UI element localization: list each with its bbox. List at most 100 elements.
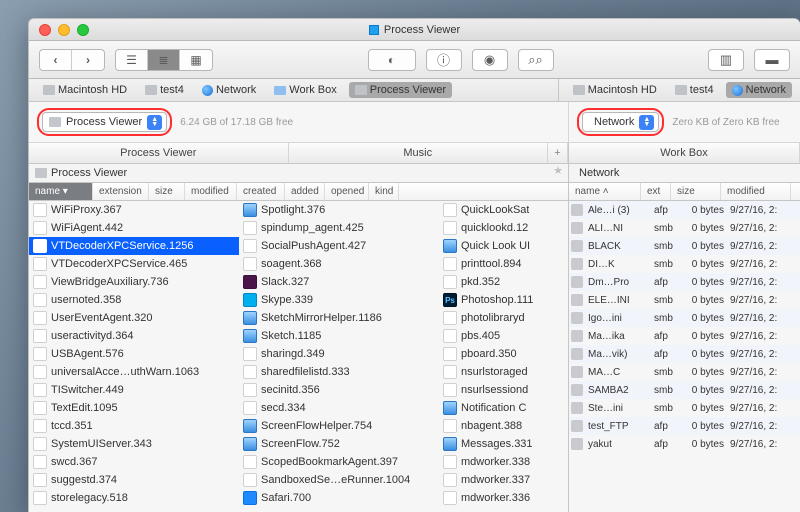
file-row[interactable]: universalAcce…uthWarn.1063 [29,363,239,381]
file-row[interactable]: Safari.700 [239,489,439,507]
info-button[interactable]: ⓘ [426,49,462,71]
file-row[interactable]: SketchMirrorHelper.1186 [239,309,439,327]
file-row[interactable]: usernoted.358 [29,291,239,309]
network-row[interactable]: test_FTPafp0 bytes9/27/16, 2: [569,417,800,435]
file-row[interactable]: mdworker.338 [439,453,568,471]
zoom-button[interactable] [77,24,89,36]
location-popup-left[interactable]: Process Viewer ▲▼ [42,112,167,132]
network-row[interactable]: ELE…INIsmb0 bytes9/27/16, 2: [569,291,800,309]
network-row[interactable]: Igo…inismb0 bytes9/27/16, 2: [569,309,800,327]
column-header[interactable]: ext [641,183,671,200]
location-popup-right[interactable]: Network ▲▼ [582,112,659,132]
file-row[interactable]: ScreenFlow.752 [239,435,439,453]
file-row[interactable]: sharingd.349 [239,345,439,363]
view-mode-segment[interactable]: ☰ ≣ ▦ [115,49,213,71]
minimize-button[interactable] [58,24,70,36]
file-row[interactable]: spindump_agent.425 [239,219,439,237]
column-header[interactable]: extension [93,183,149,200]
file-row[interactable]: SystemUIServer.343 [29,435,239,453]
network-row[interactable]: Ste…inismb0 bytes9/27/16, 2: [569,399,800,417]
network-row[interactable]: MA…Csmb0 bytes9/27/16, 2: [569,363,800,381]
file-row[interactable]: QuickLookSat [439,201,568,219]
file-row[interactable]: soagent.368 [239,255,439,273]
column-header[interactable]: added [285,183,325,200]
path-crumb[interactable]: Macintosh HD [37,82,133,98]
tab-work-box[interactable]: Work Box [568,143,800,164]
network-row[interactable]: Ma…ikaafp0 bytes9/27/16, 2: [569,327,800,345]
tab-music[interactable]: Music [289,143,549,164]
file-row[interactable]: TextEdit.1095 [29,399,239,417]
file-row[interactable]: printtool.894 [439,255,568,273]
file-row[interactable]: quicklookd.12 [439,219,568,237]
file-row[interactable]: Slack.327 [239,273,439,291]
column-header[interactable]: size [149,183,185,200]
path-crumb[interactable]: Network [196,82,262,98]
column-header[interactable]: size [671,183,721,200]
file-row[interactable]: mdworker.337 [439,471,568,489]
file-list-left[interactable]: WiFiProxy.367WiFiAgent.442VTDecoderXPCSe… [29,201,568,512]
favorite-star[interactable]: ★ [548,164,568,182]
file-row[interactable]: VTDecoderXPCService.465 [29,255,239,273]
network-row[interactable]: BLACKsmb0 bytes9/27/16, 2: [569,237,800,255]
file-row[interactable]: UserEventAgent.320 [29,309,239,327]
file-row[interactable]: secinitd.356 [239,381,439,399]
tab-process-viewer[interactable]: Process Viewer [29,143,289,164]
view-icon-mode[interactable]: ☰ [116,50,148,70]
file-row[interactable]: useractivityd.364 [29,327,239,345]
path-crumb[interactable]: Macintosh HD [567,82,663,98]
binoculars-button[interactable]: ⌕⌕ [518,49,554,71]
path-crumb[interactable]: test4 [669,82,720,98]
file-row[interactable]: secd.334 [239,399,439,417]
file-row[interactable]: mdworker.336 [439,489,568,507]
add-tab-button[interactable]: + [548,143,568,164]
file-row[interactable]: storelegacy.518 [29,489,239,507]
path-crumb[interactable]: Work Box [268,82,342,98]
network-row[interactable]: Dm…Proafp0 bytes9/27/16, 2: [569,273,800,291]
column-header[interactable]: opened [325,183,369,200]
toggle-hidden[interactable]: ◐ [368,49,416,71]
file-row[interactable]: VTDecoderXPCService.1256 [29,237,239,255]
network-row[interactable]: Ma…vik)afp0 bytes9/27/16, 2: [569,345,800,363]
file-row[interactable]: nsurlsessiond [439,381,568,399]
file-row[interactable]: Messages.331 [439,435,568,453]
path-crumb[interactable]: Network [726,82,792,98]
file-row[interactable]: pkd.352 [439,273,568,291]
column-header[interactable]: kind [369,183,399,200]
path-crumb[interactable]: Process Viewer [349,82,452,98]
network-row[interactable]: Ale…i (3)afp0 bytes9/27/16, 2: [569,201,800,219]
file-row[interactable]: TISwitcher.449 [29,381,239,399]
column-header[interactable]: modified [185,183,237,200]
column-header[interactable]: created [237,183,285,200]
file-row[interactable]: suggestd.374 [29,471,239,489]
file-row[interactable]: photolibraryd [439,309,568,327]
column-header[interactable]: name ˄ [569,183,641,200]
file-row[interactable]: ViewBridgeAuxiliary.736 [29,273,239,291]
column-settings-button[interactable]: ▥ [708,49,744,71]
file-list-right[interactable]: Ale…i (3)afp0 bytes9/27/16, 2:ALI…NIsmb0… [569,201,800,453]
back-button[interactable]: ‹ [40,50,72,70]
network-row[interactable]: SAMBA2smb0 bytes9/27/16, 2: [569,381,800,399]
network-row[interactable]: yakutafp0 bytes9/27/16, 2: [569,435,800,453]
file-row[interactable]: SocialPushAgent.427 [239,237,439,255]
view-list-mode[interactable]: ≣ [148,50,180,70]
file-row[interactable]: PsPhotoshop.111 [439,291,568,309]
file-row[interactable]: USBAgent.576 [29,345,239,363]
file-row[interactable]: nbagent.388 [439,417,568,435]
path-crumb[interactable]: test4 [139,82,190,98]
network-row[interactable]: ALI…NIsmb0 bytes9/27/16, 2: [569,219,800,237]
file-row[interactable]: SandboxedSe…eRunner.1004 [239,471,439,489]
file-row[interactable]: pboard.350 [439,345,568,363]
file-row[interactable]: Skype.339 [239,291,439,309]
file-row[interactable]: WiFiProxy.367 [29,201,239,219]
file-row[interactable]: swcd.367 [29,453,239,471]
forward-button[interactable]: › [72,50,104,70]
close-button[interactable] [39,24,51,36]
network-row[interactable]: DI…Ksmb0 bytes9/27/16, 2: [569,255,800,273]
file-row[interactable]: Quick Look UI [439,237,568,255]
file-row[interactable]: nsurlstoraged [439,363,568,381]
file-row[interactable]: sharedfilelistd.333 [239,363,439,381]
file-row[interactable]: ScreenFlowHelper.754 [239,417,439,435]
nav-back-forward[interactable]: ‹ › [39,49,105,71]
file-row[interactable]: pbs.405 [439,327,568,345]
column-header[interactable]: name ▾ [29,183,93,200]
